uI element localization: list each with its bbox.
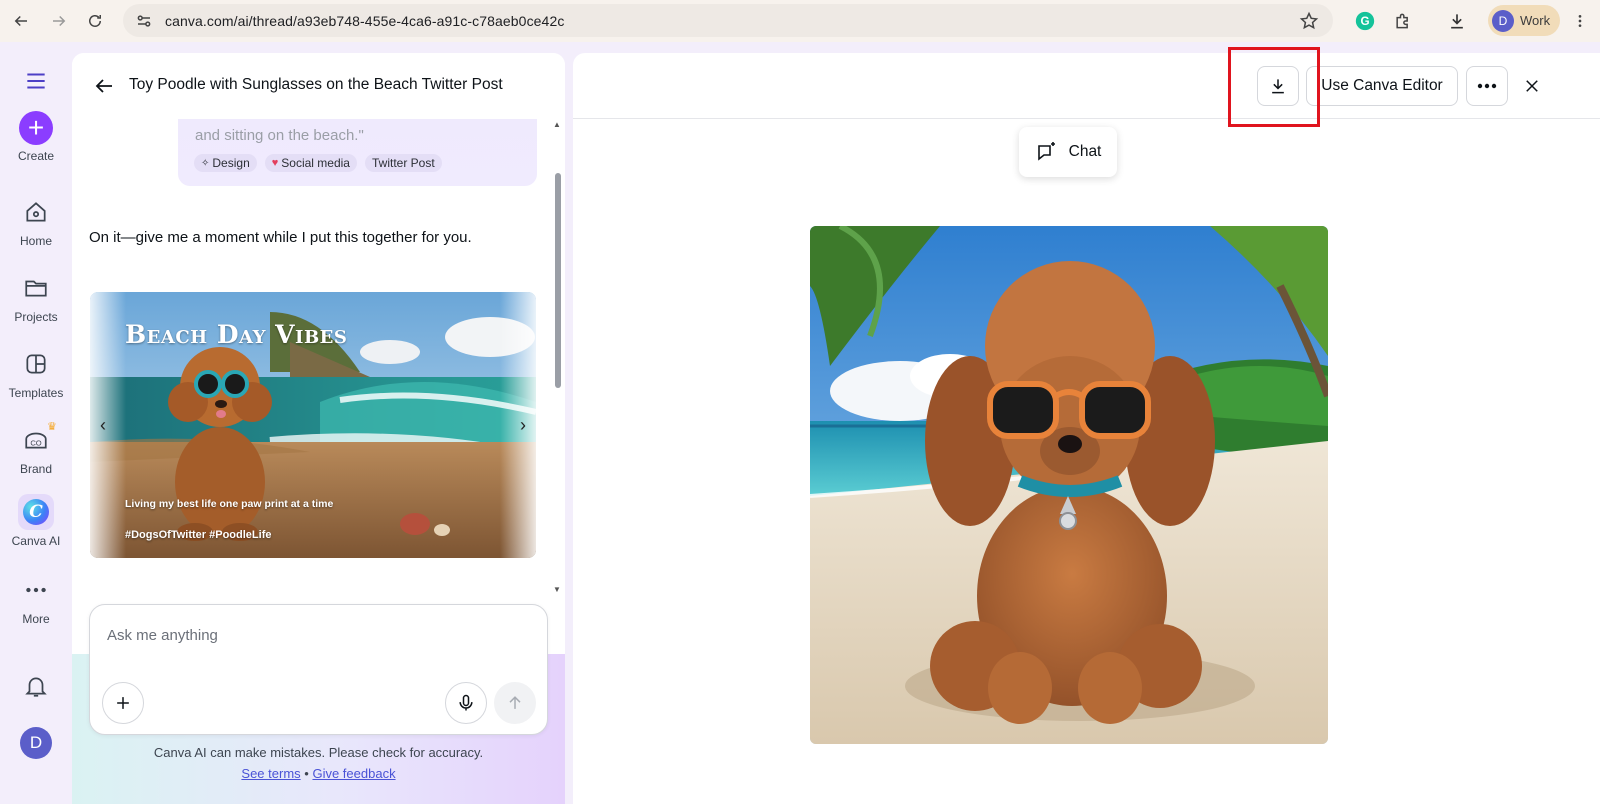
rail-templates[interactable]: Templates <box>0 346 72 400</box>
design-preview-panel: Use Canva Editor Chat <box>573 53 1600 804</box>
home-icon <box>18 194 54 230</box>
grammarly-extension-icon[interactable]: G <box>1353 4 1377 37</box>
arrow-up-icon <box>509 696 521 709</box>
menu-toggle[interactable] <box>0 63 72 99</box>
more-options-button[interactable] <box>1466 66 1508 106</box>
url-text: canva.com/ai/thread/a93eb748-455e-4ca6-a… <box>165 12 565 29</box>
downloads-icon[interactable] <box>1443 4 1471 37</box>
profile-button[interactable]: D Work <box>1488 5 1560 36</box>
microphone-icon <box>459 694 473 711</box>
templates-icon <box>18 346 54 382</box>
close-icon <box>1526 80 1538 92</box>
give-feedback-link[interactable]: Give feedback <box>312 766 395 781</box>
preview-toolbar: Use Canva Editor <box>573 53 1600 119</box>
user-avatar[interactable]: D <box>20 727 52 759</box>
scroll-up-arrow-icon[interactable]: ▲ <box>553 120 561 129</box>
heart-icon: ♥ <box>271 157 279 169</box>
sparkle-icon: ✧ <box>201 157 210 169</box>
chat-sparkle-icon <box>1037 142 1055 161</box>
notifications-button[interactable] <box>0 668 72 704</box>
rail-create-label: Create <box>17 149 55 163</box>
card-subtitle: Living my best life one paw print at a t… <box>125 498 334 510</box>
profile-avatar: D <box>1492 9 1514 32</box>
prompt-tags: ✧ Design ♥ Social media Twitter Post <box>194 154 442 172</box>
rail-templates-label: Templates <box>8 386 64 400</box>
use-canva-editor-button[interactable]: Use Canva Editor <box>1306 66 1458 106</box>
chat-composer <box>89 604 548 735</box>
scrollbar-thumb[interactable] <box>555 173 561 388</box>
site-settings-icon[interactable] <box>135 12 153 30</box>
chat-title: Toy Poodle with Sunglasses on the Beach … <box>129 76 503 93</box>
rail-canva-ai[interactable]: C Canva AI <box>0 494 72 548</box>
tag-design: ✧ Design <box>194 154 257 172</box>
address-bar[interactable]: canva.com/ai/thread/a93eb748-455e-4ca6-a… <box>123 4 1333 37</box>
plus-icon[interactable]: + <box>19 111 53 145</box>
chat-input[interactable] <box>107 627 527 644</box>
rail-brand-label: Brand <box>19 462 53 476</box>
generated-design-image[interactable] <box>810 226 1328 744</box>
back-arrow-icon[interactable] <box>6 6 36 36</box>
download-highlight-box <box>1228 47 1320 127</box>
chat-toggle-button[interactable]: Chat <box>1019 127 1117 177</box>
tag-twitter-post: Twitter Post <box>364 154 442 172</box>
reload-icon[interactable] <box>80 6 110 36</box>
send-button[interactable] <box>494 682 536 724</box>
rail-home-label: Home <box>19 234 52 248</box>
ai-disclaimer: Canva AI can make mistakes. Please check… <box>153 745 484 760</box>
tag-social-media: ♥ Social media <box>264 154 357 172</box>
rail-create[interactable]: + Create <box>0 111 72 163</box>
user-prompt-bubble: and sitting on the beach." ✧ Design ♥ Soci… <box>178 119 537 186</box>
rail-projects[interactable]: Projects <box>0 270 72 324</box>
forward-arrow-icon[interactable] <box>44 6 74 36</box>
canva-ai-icon: C <box>18 494 54 530</box>
footer-links: See terms • Give feedback <box>72 766 565 781</box>
account-button[interactable]: D <box>0 727 72 759</box>
chevron-right-icon[interactable]: › <box>512 414 534 436</box>
scroll-down-arrow-icon[interactable]: ▼ <box>553 585 561 594</box>
add-attachment-button[interactable] <box>102 682 144 724</box>
bookmark-star-icon[interactable] <box>1299 11 1319 31</box>
voice-input-button[interactable] <box>445 682 487 724</box>
rail-home[interactable]: Home <box>0 194 72 248</box>
plus-icon <box>117 697 129 709</box>
chat-toggle-label: Chat <box>1068 143 1102 160</box>
more-horizontal-icon <box>1477 83 1497 89</box>
left-rail: + Create Home Projects Templates ♛ CO Br… <box>0 45 72 804</box>
svg-text:CO: CO <box>30 438 41 447</box>
hamburger-menu-icon[interactable] <box>18 63 54 99</box>
poodle-beach-image <box>810 226 1328 744</box>
rail-brand[interactable]: ♛ CO Brand <box>0 421 72 476</box>
bell-icon[interactable] <box>18 668 54 704</box>
card-title: Beach Day Vibes <box>125 320 348 349</box>
back-arrow-icon[interactable] <box>92 74 116 98</box>
rail-projects-label: Projects <box>14 310 58 324</box>
profile-label: Work <box>1520 13 1551 28</box>
browser-menu-icon[interactable] <box>1570 4 1590 37</box>
close-button[interactable] <box>1519 73 1545 99</box>
chat-header: Toy Poodle with Sunglasses on the Beach … <box>72 53 565 119</box>
link-separator: • <box>304 766 309 781</box>
assistant-reply: On it—give me a moment while I put this … <box>89 229 472 246</box>
chevron-left-icon[interactable]: ‹ <box>92 414 114 436</box>
svg-text:G: G <box>1360 15 1369 28</box>
rail-canva-ai-label: Canva AI <box>11 534 61 548</box>
rail-more[interactable]: More <box>0 572 72 626</box>
card-hashtags: #DogsOfTwitter #PoodleLife <box>125 529 272 541</box>
see-terms-link[interactable]: See terms <box>241 766 300 781</box>
crown-icon: ♛ <box>47 421 57 433</box>
rail-more-label: More <box>22 612 50 626</box>
prompt-text: and sitting on the beach." <box>195 127 364 144</box>
design-preview-card[interactable]: Beach Day Vibes Living my best life one … <box>90 292 536 558</box>
chat-panel: and sitting on the beach." ✧ Design ♥ Soci… <box>72 53 565 804</box>
browser-toolbar: canva.com/ai/thread/a93eb748-455e-4ca6-a… <box>0 0 1600 42</box>
extensions-puzzle-icon[interactable] <box>1390 4 1416 37</box>
more-dots-icon <box>18 572 54 608</box>
folder-icon <box>18 270 54 306</box>
